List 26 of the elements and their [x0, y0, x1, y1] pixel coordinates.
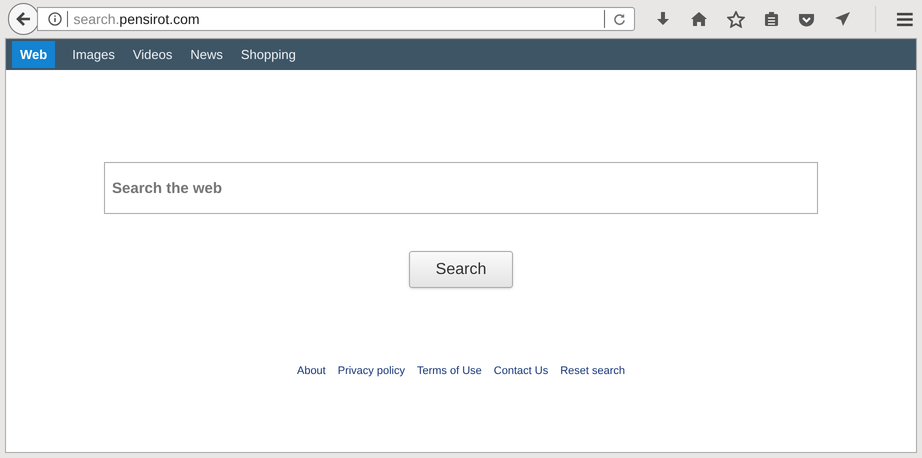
nav-tab[interactable]: News — [183, 41, 230, 68]
menu-icon[interactable] — [896, 12, 914, 26]
url-prefix: search. — [73, 11, 120, 27]
footer-link[interactable]: About — [296, 363, 326, 380]
reload-icon[interactable] — [613, 12, 626, 26]
search-field[interactable]: Search the web — [104, 162, 818, 214]
footer-link[interactable]: Contact Us — [494, 363, 548, 380]
nav-tab[interactable]: Images — [65, 41, 122, 68]
nav-tab[interactable]: Videos — [126, 41, 180, 68]
clipboard-icon[interactable] — [764, 11, 780, 27]
footer-link[interactable]: Reset search — [560, 363, 626, 380]
download-icon[interactable] — [655, 11, 672, 27]
footer-link[interactable]: Privacy policy — [338, 363, 405, 380]
address-bar[interactable]: search.pensirot.com — [37, 7, 636, 31]
send-icon[interactable] — [834, 11, 852, 27]
home-icon[interactable] — [690, 11, 708, 27]
star-icon[interactable] — [727, 10, 746, 28]
url-domain: pensirot.com — [119, 11, 200, 27]
search-button[interactable]: Search — [409, 251, 513, 288]
nav-tab[interactable]: Web — [12, 41, 56, 68]
back-button[interactable] — [8, 3, 40, 35]
footer-link[interactable]: Terms of Use — [416, 363, 482, 380]
arrow-icon — [14, 10, 33, 28]
pocket-icon[interactable] — [798, 12, 816, 26]
info-icon[interactable] — [48, 12, 62, 26]
nav-tab[interactable]: Shopping — [234, 41, 303, 68]
